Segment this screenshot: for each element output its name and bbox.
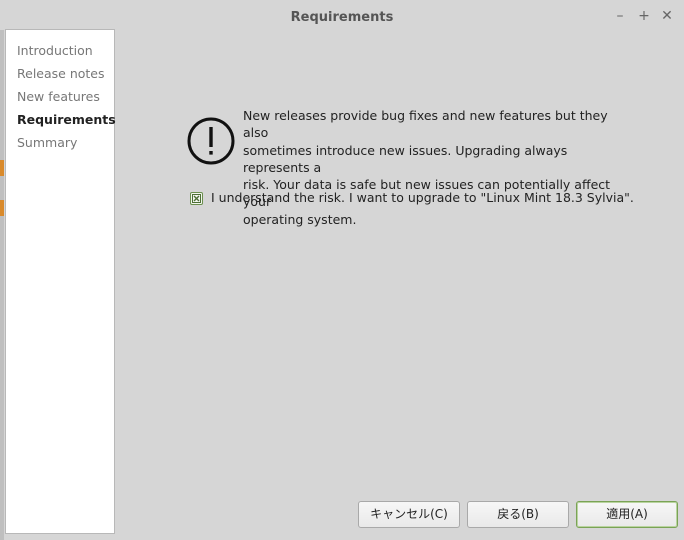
titlebar[interactable]: Requirements – + ✕ — [0, 0, 684, 30]
message-line: sometimes introduce new issues. Upgradin… — [243, 142, 568, 175]
sidebar-item-new-features: New features — [17, 89, 100, 104]
back-button[interactable]: 戻る(B) — [467, 501, 569, 528]
sidebar-item-release-notes: Release notes — [17, 66, 105, 81]
understand-risk-label[interactable]: I understand the risk. I want to upgrade… — [211, 190, 634, 205]
sidebar-item-introduction: Introduction — [17, 43, 93, 58]
understand-risk-checkbox[interactable] — [190, 192, 203, 205]
window-title: Requirements — [290, 10, 394, 25]
wizard-steps-sidebar: Introduction Release notes New features … — [5, 29, 116, 534]
maximize-button[interactable]: + — [636, 8, 652, 24]
message-line: operating system. — [243, 211, 357, 227]
message-line: New releases provide bug fixes and new f… — [243, 108, 608, 141]
cancel-button[interactable]: キャンセル(C) — [358, 501, 460, 528]
desktop-background-strip — [0, 0, 4, 540]
checkbox-check-icon — [192, 194, 201, 203]
warning-exclamation-icon — [187, 117, 235, 165]
sidebar-item-requirements: Requirements — [17, 112, 116, 127]
upgrade-window: Requirements – + ✕ Introduction Release … — [0, 0, 684, 540]
apply-button[interactable]: 適用(A) — [576, 501, 678, 528]
risk-message: New releases provide bug fixes and new f… — [243, 107, 623, 228]
desktop-item-mark — [0, 200, 4, 216]
close-button[interactable]: ✕ — [659, 8, 675, 24]
sidebar-item-summary: Summary — [17, 135, 78, 150]
desktop-item-mark — [0, 160, 4, 176]
minimize-button[interactable]: – — [612, 8, 628, 24]
